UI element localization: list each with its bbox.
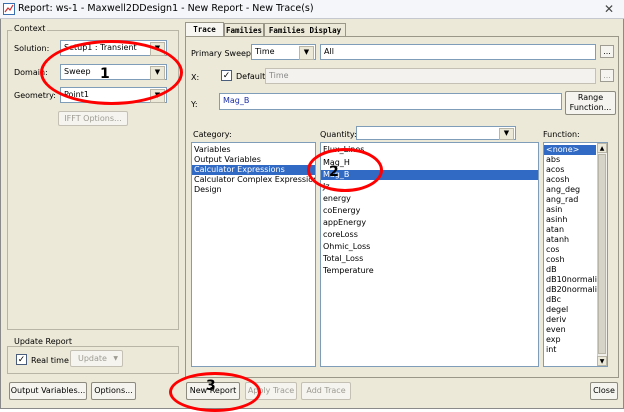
update-label: Update bbox=[78, 354, 107, 363]
window-title: Report: ws-1 - Maxwell2DDesign1 - New Re… bbox=[18, 3, 314, 14]
geometry-label: Geometry: bbox=[14, 91, 57, 100]
add-trace-button[interactable]: Add Trace bbox=[301, 382, 351, 400]
default-label: Default bbox=[236, 72, 266, 81]
x-expression-field[interactable]: Time bbox=[265, 68, 596, 84]
category-label: Category: bbox=[193, 130, 232, 139]
annotation-ring-1 bbox=[40, 40, 183, 105]
chevron-down-icon[interactable]: ▼ bbox=[299, 46, 314, 60]
category-list[interactable]: Variables Output Variables Calculator Ex… bbox=[191, 142, 316, 367]
primary-sweep-dropdown[interactable]: Time ▼ bbox=[251, 44, 316, 60]
function-label: Function: bbox=[543, 130, 580, 139]
x-expression-text: Time bbox=[269, 71, 289, 80]
list-item[interactable]: Variables bbox=[192, 145, 315, 155]
quantity-label: Quantity: bbox=[320, 130, 357, 139]
realtime-label: Real time bbox=[31, 356, 69, 365]
solution-label: Solution: bbox=[14, 44, 50, 53]
chevron-down-icon[interactable]: ▼ bbox=[499, 128, 514, 140]
sweep-values-field[interactable]: All bbox=[320, 44, 596, 60]
list-item[interactable]: Output Variables bbox=[192, 155, 315, 165]
ifft-options-button[interactable]: IFFT Options... bbox=[58, 111, 128, 126]
tab-families[interactable]: Families bbox=[224, 23, 264, 36]
list-item[interactable]: <none> bbox=[544, 145, 596, 155]
realtime-checkbox[interactable]: ✓ bbox=[16, 354, 27, 365]
y-expression-field[interactable]: Mag_B bbox=[219, 93, 562, 110]
list-item[interactable]: Calculator Expressions bbox=[192, 165, 315, 175]
list-item[interactable]: Temperature bbox=[321, 266, 538, 276]
chevron-down-icon: ▼ bbox=[113, 355, 118, 362]
annotation-number-3: 3 bbox=[206, 378, 216, 394]
context-group-label: Context bbox=[12, 24, 48, 33]
default-checkbox[interactable]: ✓ bbox=[221, 70, 232, 81]
list-item[interactable]: coEnergy bbox=[321, 206, 538, 216]
primary-sweep-value: Time bbox=[255, 47, 275, 56]
close-button[interactable]: Close bbox=[590, 382, 618, 400]
list-item[interactable]: appEnergy bbox=[321, 218, 538, 228]
list-item[interactable]: energy bbox=[321, 194, 538, 204]
y-label: Y: bbox=[191, 100, 198, 109]
annotation-ring-2 bbox=[307, 148, 383, 192]
options-button[interactable]: Options... bbox=[91, 382, 136, 400]
report-app-icon bbox=[3, 3, 15, 15]
annotation-number-1: 1 bbox=[100, 66, 110, 82]
list-item[interactable]: Total_Loss bbox=[321, 254, 538, 264]
scroll-down-icon[interactable]: ▼ bbox=[597, 356, 607, 366]
close-icon[interactable]: ✕ bbox=[598, 2, 620, 17]
range-function-button[interactable]: Range Function... bbox=[565, 91, 616, 115]
list-item[interactable]: Ohmic_Loss bbox=[321, 242, 538, 252]
update-button[interactable]: Update ▼ bbox=[70, 350, 123, 367]
scrollbar-thumb[interactable] bbox=[598, 154, 606, 354]
range-function-line1: Range bbox=[577, 93, 604, 102]
scroll-up-icon[interactable]: ▲ bbox=[597, 143, 607, 153]
tab-families-display[interactable]: Families Display bbox=[264, 23, 346, 36]
x-label: X: bbox=[191, 73, 200, 82]
range-function-line2: Function... bbox=[569, 103, 612, 112]
output-variables-button[interactable]: Output Variables... bbox=[9, 382, 87, 400]
y-expression-text: Mag_B bbox=[223, 96, 250, 105]
tab-trace[interactable]: Trace bbox=[185, 22, 224, 36]
list-item[interactable]: Calculator Complex Expressions bbox=[192, 175, 315, 185]
sweep-values-text: All bbox=[324, 47, 334, 56]
x-ellipsis-button[interactable]: ... bbox=[600, 69, 614, 82]
quantity-filter-dropdown[interactable]: ▼ bbox=[356, 126, 516, 140]
annotation-number-2: 2 bbox=[329, 164, 339, 180]
list-item[interactable]: Design bbox=[192, 185, 315, 195]
sweep-ellipsis-button[interactable]: ... bbox=[600, 45, 614, 58]
update-report-label: Update Report bbox=[12, 337, 75, 346]
list-item[interactable]: coreLoss bbox=[321, 230, 538, 240]
primary-sweep-label: Primary Sweep: bbox=[191, 49, 254, 58]
